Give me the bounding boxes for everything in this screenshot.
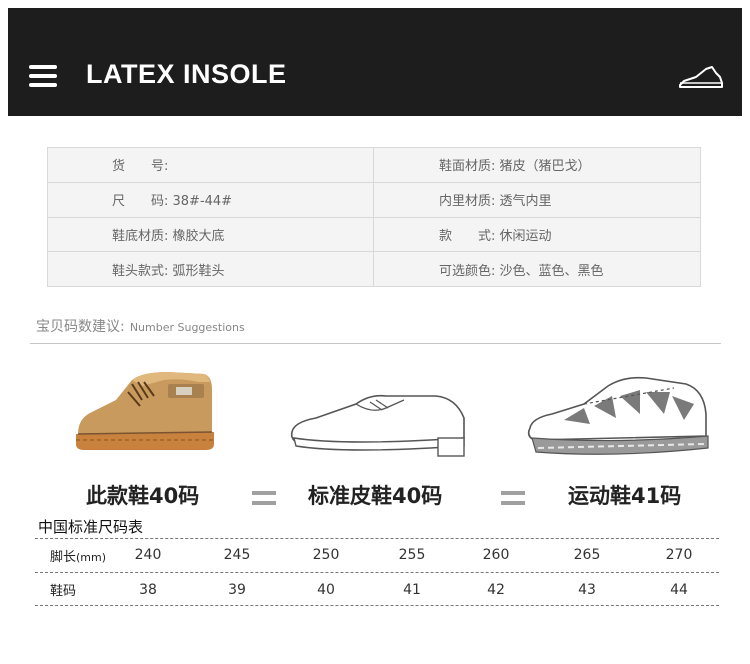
shoe-size-cell: 41 [403,582,421,598]
foot-length-cell: 260 [482,547,510,563]
foot-length-cell: 255 [398,547,426,563]
foot-length-cell: 250 [312,547,340,563]
top-banner: LATEX INSOLE [8,8,742,116]
leather-shoe-size-text: 标准皮鞋40码 [308,484,443,508]
spec-sole-material: 鞋底材质: 橡胶大底 [47,216,374,253]
shoe-size-cell: 43 [578,582,596,598]
sneaker-outline-icon [679,66,723,88]
foot-length-cell: 270 [665,547,693,563]
spec-row: 鞋底材质: 橡胶大底 款 式: 休闲运动 [47,216,701,253]
divider [30,343,721,344]
spec-row: 尺 码: 38#-44# 内里材质: 透气内里 [47,181,701,218]
foot-length-cell: 240 [134,547,162,563]
chart-divider [35,572,719,573]
foot-length-row-label: 脚长(mm) [50,546,106,565]
hamburger-menu-icon[interactable] [29,65,57,87]
size-suggestion-heading: 宝贝码数建议: Number Suggestions [36,316,245,336]
spec-row: 鞋头款式: 弧形鞋头 可选颜色: 沙色、蓝色、黑色 [47,251,701,287]
chart-divider [35,605,719,606]
spec-colors: 可选颜色: 沙色、蓝色、黑色 [373,251,701,287]
spec-row: 货 号: 鞋面材质: 猪皮（猪巴戈） [47,147,701,183]
shoe-size-row-label: 鞋码 [50,584,77,599]
this-shoe-size-text: 此款鞋40码 [86,484,200,508]
size-chart-title: 中国标准尺码表 [38,518,144,536]
product-spec-table: 货 号: 鞋面材质: 猪皮（猪巴戈） 尺 码: 38#-44# 内里材质: 透气… [47,147,701,287]
equals-icon [252,491,276,507]
equals-icon [501,491,525,507]
shoe-size-cell: 38 [139,582,157,598]
dress-shoe-sketch [290,394,465,457]
spec-size-range: 尺 码: 38#-44# [47,181,374,218]
spec-upper-material: 鞋面材质: 猪皮（猪巴戈） [373,147,701,183]
shoe-size-cell: 44 [670,582,688,598]
boot-image [76,372,214,450]
brand-title: LATEX INSOLE [86,59,287,89]
shoe-size-cell: 40 [317,582,335,598]
shoe-size-cell: 39 [228,582,246,598]
foot-length-cell: 265 [573,547,601,563]
spec-item-number: 货 号: [47,147,374,183]
suggestion-label-en: Number Suggestions [129,321,245,334]
foot-length-label: 脚长 [50,550,77,565]
spec-style: 款 式: 休闲运动 [373,216,701,253]
running-shoe-sketch [527,376,709,455]
spec-toe-style: 鞋头款式: 弧形鞋头 [47,251,374,287]
chart-divider [35,538,719,539]
suggestion-label: 宝贝码数建议: [36,319,125,335]
foot-length-cell: 245 [223,547,251,563]
shoe-size-cell: 42 [487,582,505,598]
spec-lining-material: 内里材质: 透气内里 [373,181,701,218]
sports-shoe-size-text: 运动鞋41码 [568,484,682,508]
foot-length-unit: (mm) [76,551,107,564]
